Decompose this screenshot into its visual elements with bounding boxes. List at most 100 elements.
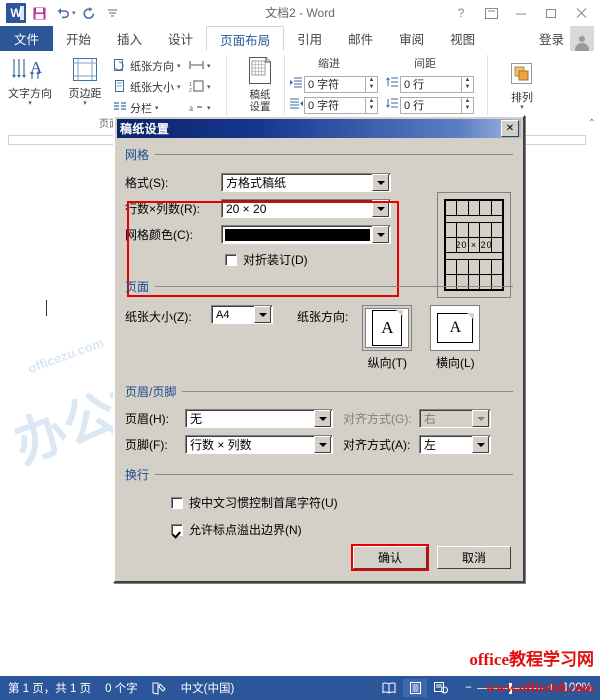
help-icon[interactable]: ? <box>446 2 476 24</box>
cancel-button[interactable]: 取消 <box>437 546 511 569</box>
word-count[interactable]: 0 个字 <box>105 680 138 696</box>
chevron-down-icon[interactable] <box>254 306 271 323</box>
allow-punctuation-overflow-checkbox[interactable] <box>171 523 183 536</box>
spacing-before-icon <box>386 75 400 93</box>
indent-right-stepper[interactable]: 0 字符 ▲ ▼ <box>290 96 378 114</box>
indent-left-stepper[interactable]: 0 字符 ▲ ▼ <box>290 75 378 93</box>
manuscript-setup-button[interactable]: 稿纸 设置 <box>236 56 284 113</box>
chevron-down-icon[interactable]: ▾ <box>520 104 524 111</box>
spacing-before-arrows[interactable]: ▲ ▼ <box>462 75 474 93</box>
rows-cols-label: 行数×列数(R): <box>125 202 201 216</box>
arrange-button[interactable]: 排列 ▾ <box>498 59 546 111</box>
minimize-button[interactable] <box>506 2 536 24</box>
maximize-button[interactable] <box>536 2 566 24</box>
ribbon-display-options-icon[interactable] <box>476 2 506 24</box>
paper-size-combobox[interactable]: A4 <box>211 305 273 324</box>
wrap-option-2-label: 允许标点溢出边界(N) <box>189 523 302 537</box>
paper-size-button[interactable]: 纸张大小 ▾ <box>112 77 181 96</box>
close-button[interactable] <box>566 2 596 24</box>
tab-mailings[interactable]: 邮件 <box>335 26 386 51</box>
tab-references[interactable]: 引用 <box>284 26 335 51</box>
spacing-label: 间距 <box>414 58 436 70</box>
chevron-down-icon[interactable] <box>472 436 489 453</box>
wrap-section-label: 换行 <box>125 468 150 482</box>
chevron-down-icon[interactable] <box>372 200 389 217</box>
tab-file[interactable]: 文件 <box>0 26 54 51</box>
tab-page-layout[interactable]: 页面布局 <box>206 26 285 53</box>
page-count[interactable]: 第 1 页，共 1 页 <box>8 680 91 696</box>
wrap-option-2-row[interactable]: 允许标点溢出边界(N) <box>171 521 513 538</box>
rows-cols-combobox[interactable]: 20 × 20 <box>221 199 391 218</box>
chevron-down-icon[interactable]: ▾ <box>155 104 159 112</box>
spacing-after-value[interactable]: 0 行 <box>400 96 462 114</box>
ok-button-wrapper[interactable]: 确认 <box>351 544 429 571</box>
chevron-down-icon[interactable]: ▾ <box>177 83 181 91</box>
chevron-down-icon[interactable]: ▾ <box>207 104 211 112</box>
chevron-down-icon[interactable] <box>314 410 331 427</box>
web-layout-icon[interactable] <box>429 679 453 697</box>
page-options-row: 纸张大小(Z): A4 纸张方向: A 纵向(T) A 横向(L) <box>125 305 513 371</box>
print-layout-icon[interactable] <box>403 679 428 697</box>
text-direction-icon: A <box>10 55 50 85</box>
read-mode-icon[interactable] <box>377 679 401 697</box>
avatar[interactable] <box>570 26 594 51</box>
chevron-down-icon[interactable]: ▾ <box>177 62 181 70</box>
grid-section-header: 网格 <box>125 146 513 163</box>
margins-button[interactable]: 页边距 ▾ <box>61 55 109 107</box>
language-indicator[interactable]: 中文(中国) <box>181 680 235 696</box>
landscape-card[interactable]: A <box>430 305 481 351</box>
chevron-down-icon[interactable]: ▾ <box>207 83 211 91</box>
ok-button[interactable]: 确认 <box>353 546 427 569</box>
header-combobox[interactable]: 无 <box>185 409 333 428</box>
cancel-button-wrapper[interactable]: 取消 <box>437 546 511 569</box>
tab-review[interactable]: 审阅 <box>386 26 437 51</box>
spacing-after-arrows[interactable]: ▲ ▼ <box>462 96 474 114</box>
spacing-after-stepper[interactable]: 0 行 ▲ ▼ <box>386 96 474 114</box>
orientation-landscape-option[interactable]: A 横向(L) <box>430 305 481 371</box>
line-numbers-button[interactable]: 12 ▾ <box>189 77 211 96</box>
page-letter: A <box>449 319 462 336</box>
indent-label: 缩进 <box>318 58 340 70</box>
tab-insert[interactable]: 插入 <box>104 26 155 51</box>
chevron-down-icon[interactable] <box>314 436 331 453</box>
dialog-title-bar[interactable]: 稿纸设置 ✕ <box>117 119 521 138</box>
paper-orientation-button[interactable]: 纸张方向 ▾ <box>112 56 181 75</box>
ribbon-tab-bar: 文件 开始 插入 设计 页面布局 引用 邮件 审阅 视图 登录 <box>0 26 600 53</box>
wrap-section: 换行 按中文习惯控制首尾字符(U) 允许标点溢出边界(N) <box>125 466 513 538</box>
chevron-down-icon[interactable] <box>372 226 389 243</box>
dialog-close-button[interactable]: ✕ <box>501 120 519 137</box>
tab-home[interactable]: 开始 <box>53 26 104 51</box>
zoom-out-button[interactable]: − <box>465 682 472 694</box>
manuscript-setup-dialog[interactable]: 稿纸设置 ✕ 网格 格式(S): 方格式稿纸 行数×列数(R): 20 × 20… <box>113 115 525 583</box>
format-combobox[interactable]: 方格式稿纸 <box>221 173 391 192</box>
proofing-icon[interactable] <box>152 682 167 695</box>
wrap-option-1-row[interactable]: 按中文习惯控制首尾字符(U) <box>171 494 513 511</box>
breaks-button[interactable]: ▾ <box>189 56 211 75</box>
portrait-card[interactable]: A <box>362 305 413 351</box>
text-direction-button[interactable]: A 文字方向 ▾ <box>6 55 54 107</box>
grid-color-combobox[interactable] <box>221 225 391 244</box>
grid-preview-text: 20 × 20 <box>455 239 493 250</box>
tab-design[interactable]: 设计 <box>155 26 206 51</box>
chevron-down-icon[interactable]: ▾ <box>83 100 87 107</box>
fold-binding-checkbox[interactable] <box>225 253 237 266</box>
tab-view[interactable]: 视图 <box>437 26 488 51</box>
orientation-portrait-option[interactable]: A 纵向(T) <box>362 305 413 371</box>
spacing-before-value[interactable]: 0 行 <box>400 75 462 93</box>
indent-left-value[interactable]: 0 字符 <box>304 75 366 93</box>
control-first-last-chars-checkbox[interactable] <box>171 496 183 509</box>
collapse-ribbon-icon[interactable]: ⌃ <box>588 118 596 129</box>
spacing-before-stepper[interactable]: 0 行 ▲ ▼ <box>386 75 474 93</box>
site-watermark-title: office教程学习网 <box>469 650 594 669</box>
chevron-down-icon[interactable] <box>372 174 389 191</box>
indent-right-arrows[interactable]: ▲ ▼ <box>366 96 378 114</box>
footer-combobox[interactable]: 行数 × 列数 <box>185 435 333 454</box>
indent-right-value[interactable]: 0 字符 <box>304 96 366 114</box>
chevron-down-icon[interactable]: ▾ <box>28 100 32 107</box>
indent-left-arrows[interactable]: ▲ ▼ <box>366 75 378 93</box>
chevron-down-icon <box>472 410 489 427</box>
section-divider <box>155 286 513 287</box>
chevron-down-icon[interactable]: ▾ <box>207 62 211 70</box>
sign-in-area[interactable]: 登录 <box>539 26 600 51</box>
footer-align-combobox[interactable]: 左 <box>419 435 491 454</box>
